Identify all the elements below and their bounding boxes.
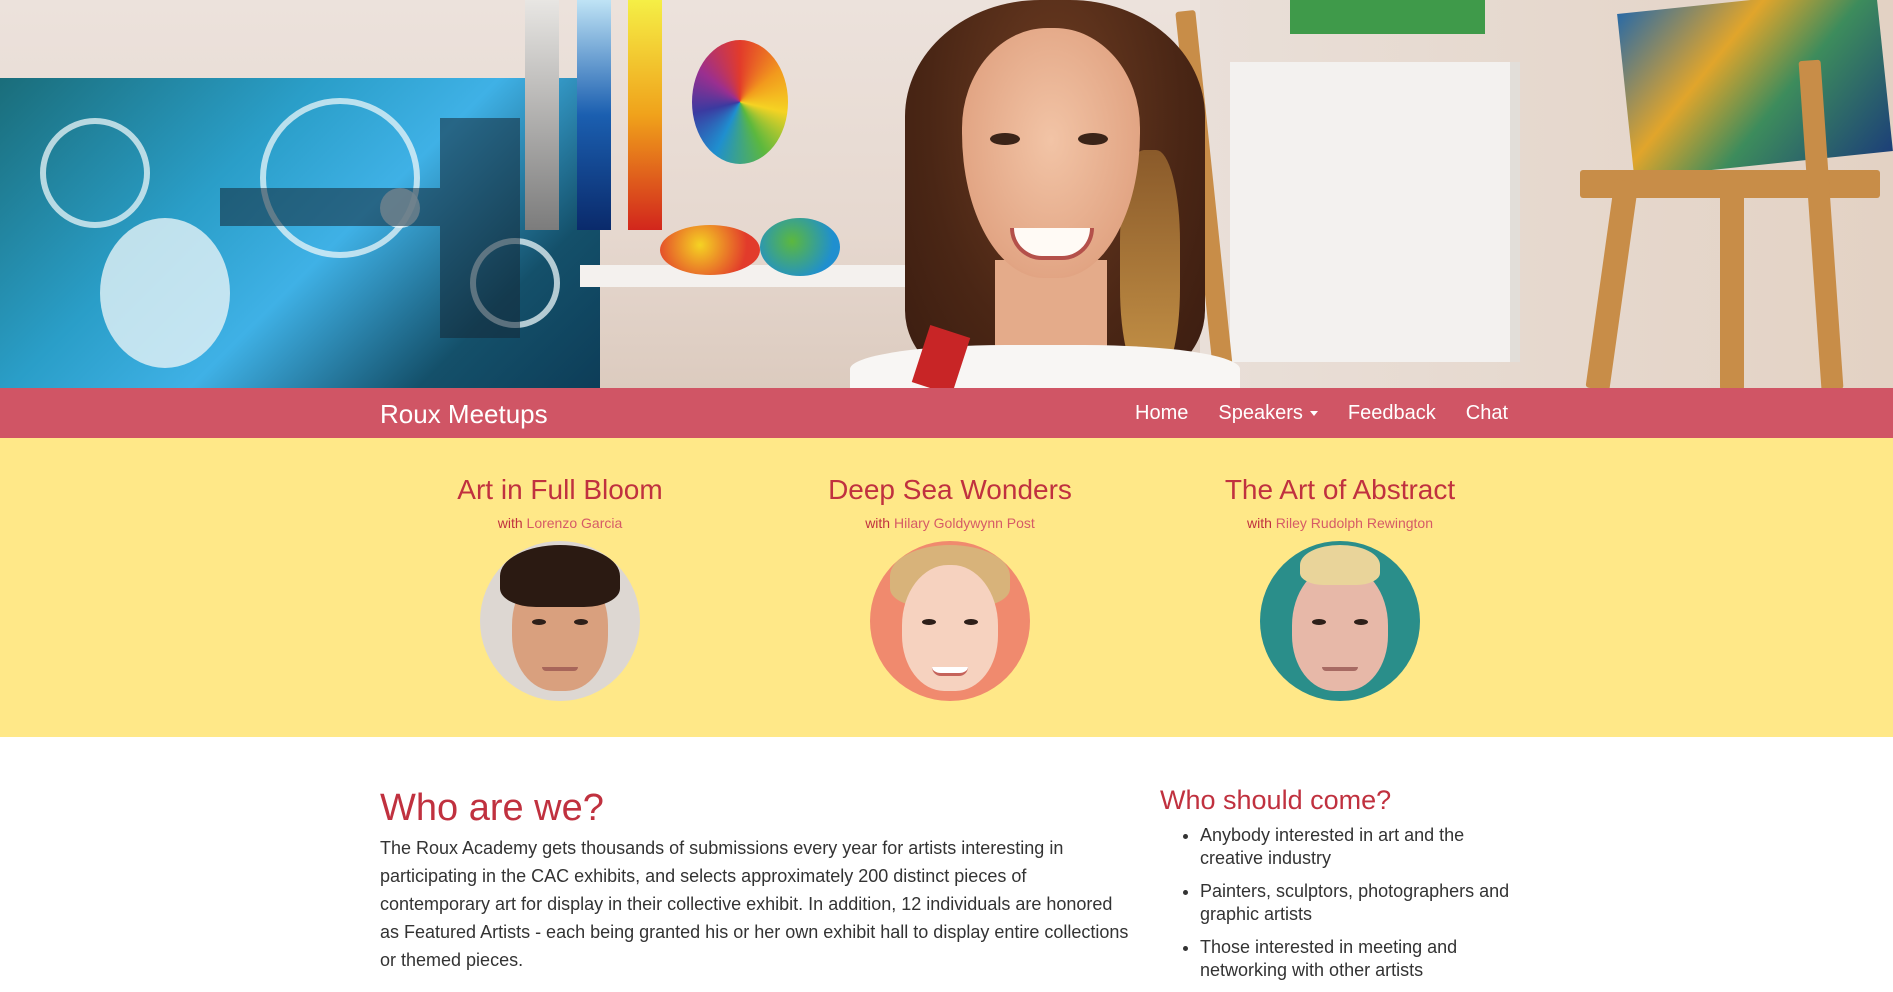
hero-swatch-blue [577,0,611,230]
artist-speaker[interactable]: Lorenzo Garcia [527,515,623,531]
avatar[interactable] [480,541,640,701]
content-section: Who are we? The Roux Academy gets thousa… [0,737,1893,980]
nav-chat-label: Chat [1465,402,1508,424]
with-prefix: with [1247,515,1272,531]
list-item: Painters, sculptors, photographers and g… [1200,880,1520,926]
list-item: Those interested in meeting and networki… [1200,936,1520,982]
artist-card: Deep Sea Wonders with Hilary Goldywynn P… [760,474,1140,701]
with-prefix: with [865,515,891,531]
nav-feedback-label: Feedback [1347,402,1436,424]
brand-link[interactable]: Roux Meetups [380,399,548,430]
avatar[interactable] [1260,541,1420,701]
hero-abstract-canvas [0,78,600,388]
hero-person-shirt [850,345,1240,388]
hero-paint-ball [660,225,760,275]
artist-byline: with Hilary Goldywynn Post [760,515,1140,531]
nav-menu: Home Speakers Feedback Chat [1135,402,1508,425]
avatar-hair [1300,545,1380,585]
audience-section: Who should come? Anybody interested in a… [1160,785,1520,992]
avatar-eye [922,619,936,625]
artist-byline: with Riley Rudolph Rewington [1150,515,1530,531]
list-item: Anybody interested in art and the creati… [1200,824,1520,870]
avatar-mouth [932,667,968,676]
nav-feedback[interactable]: Feedback [1348,402,1436,425]
avatar-eye [1312,619,1326,625]
artist-title[interactable]: The Art of Abstract [1150,474,1530,506]
nav-home[interactable]: Home [1135,402,1188,425]
nav-speakers-dropdown[interactable]: Speakers [1218,402,1318,425]
artist-speaker[interactable]: Hilary Goldywynn Post [894,515,1035,531]
with-prefix: with [497,515,523,531]
artist-title[interactable]: Deep Sea Wonders [760,474,1140,506]
avatar-mouth [542,667,578,671]
about-body: The Roux Academy gets thousands of submi… [380,838,1129,970]
about-section: Who are we? The Roux Academy gets thousa… [380,787,1135,974]
artist-title[interactable]: Art in Full Bloom [370,474,750,506]
audience-list: Anybody interested in art and the creati… [1160,824,1520,982]
hero-easel [1720,180,1744,388]
artist-card: The Art of Abstract with Riley Rudolph R… [1150,474,1530,701]
hero-blank-canvas [1230,62,1520,362]
artist-card: Art in Full Bloom with Lorenzo Garcia [370,474,750,701]
hero-shelf [580,265,940,287]
hero-person-eye [990,133,1020,145]
caret-down-icon [1309,411,1318,416]
hero-person-eye [1078,133,1108,145]
avatar-eye [574,619,588,625]
avatar-eye [964,619,978,625]
nav-chat[interactable]: Chat [1466,402,1508,425]
nav-speakers-label: Speakers [1218,402,1303,424]
audience-heading: Who should come? [1160,785,1392,815]
artist-byline: with Lorenzo Garcia [370,515,750,531]
hero-painting [1617,0,1893,179]
avatar-hair [500,545,620,607]
about-heading: Who are we? [380,787,604,829]
avatar-eye [532,619,546,625]
avatar-mouth [1322,667,1358,671]
featured-artists: Art in Full Bloom with Lorenzo Garcia De… [0,438,1893,737]
avatar[interactable] [870,541,1030,701]
hero-swatch-grey [525,0,559,230]
nav-home-label: Home [1135,402,1189,424]
hero-green-frame [1290,0,1485,34]
hero-image [0,0,1893,388]
hero-paint-ball [760,218,840,276]
hero-color-wheel [692,40,788,164]
artist-speaker[interactable]: Riley Rudolph Rewington [1276,515,1433,531]
hero-swatch-warm [628,0,662,230]
avatar-eye [1354,619,1368,625]
navbar: Roux Meetups Home Speakers Feedback Chat [0,388,1893,438]
